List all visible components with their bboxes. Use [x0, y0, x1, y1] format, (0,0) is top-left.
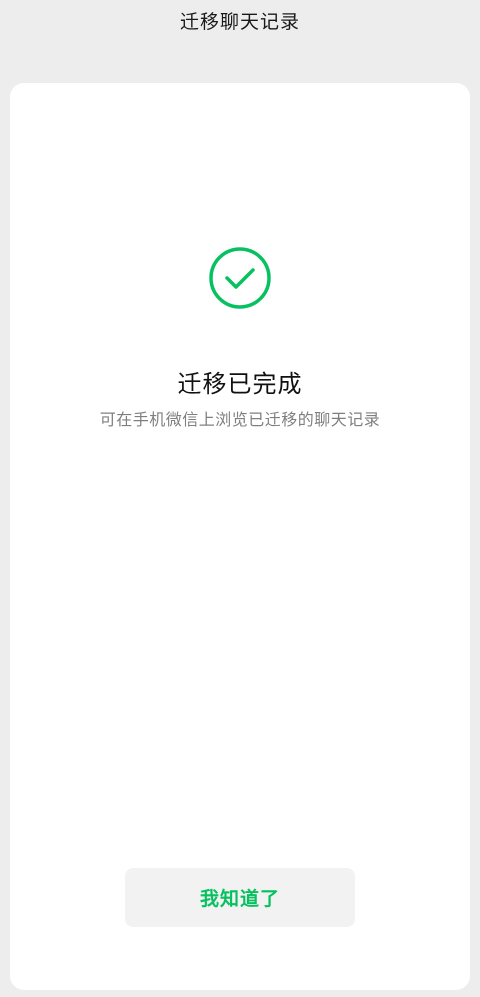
page-title: 迁移聊天记录	[179, 11, 300, 33]
confirm-button[interactable]: 我知道了	[125, 868, 355, 927]
result-title: 迁移已完成	[177, 370, 303, 398]
page-header: 迁移聊天记录	[0, 0, 480, 44]
result-card: 迁移已完成 可在手机微信上浏览已迁移的聊天记录 我知道了	[10, 83, 470, 990]
result-subtitle: 可在手机微信上浏览已迁移的聊天记录	[99, 410, 381, 429]
check-circle-icon	[209, 247, 271, 309]
